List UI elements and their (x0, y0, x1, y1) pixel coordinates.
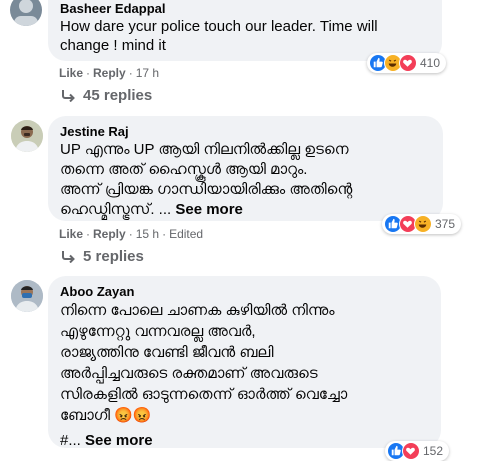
reaction-summary[interactable]: 375 (382, 214, 462, 234)
comment-bubble: Jestine Raj UP എന്നും UP ആയി നിലനിൽക്കില… (48, 116, 443, 221)
comment-actions: Like · Reply · 17 h (59, 66, 160, 80)
reaction-count: 152 (423, 444, 444, 458)
comment-text: നിന്നെ പോലെ ചാണക കുഴിയിൽ നിന്നും എഴുന്നേ… (60, 302, 348, 449)
reaction-count: 375 (435, 217, 456, 231)
love-icon (402, 442, 420, 460)
hashtag-text[interactable]: #... (60, 432, 81, 449)
edited-label[interactable]: Edited (169, 227, 203, 241)
reaction-count: 410 (420, 56, 441, 70)
reply-button[interactable]: Reply (93, 227, 126, 241)
comment-text: UP എന്നും UP ആയി നിലനിൽക്കില്ല ഉടനെ തന്ന… (60, 141, 353, 218)
avatar[interactable] (10, 0, 42, 26)
avatar[interactable] (11, 280, 43, 312)
comment-actions: Like · Reply · 15 h · Edited (59, 227, 204, 241)
see-more-link[interactable]: See more (175, 201, 243, 218)
view-replies-button[interactable]: 5 replies (61, 247, 144, 267)
reply-button[interactable]: Reply (93, 66, 126, 80)
comment-author[interactable]: Aboo Zayan (60, 284, 429, 300)
timestamp[interactable]: 15 h (136, 227, 159, 241)
replies-label: 5 replies (83, 248, 144, 265)
like-button[interactable]: Like (59, 66, 83, 80)
comment-author[interactable]: Basheer Edappal (60, 1, 430, 17)
comment-text: How dare ycur police touch our leader. T… (60, 18, 378, 54)
haha-icon (414, 215, 432, 233)
view-replies-button[interactable]: 45 replies (61, 86, 152, 106)
reaction-summary[interactable]: 410 (367, 53, 447, 73)
replies-label: 45 replies (83, 87, 153, 104)
reply-arrow-icon (62, 90, 75, 102)
comment-bubble: Basheer Edappal How dare ycur police tou… (48, 0, 442, 61)
love-icon (399, 54, 417, 72)
like-button[interactable]: Like (59, 227, 83, 241)
comment-bubble: Aboo Zayan നിന്നെ പോലെ ചാണക കുഴിയിൽ നിന്… (48, 276, 441, 449)
avatar[interactable] (11, 120, 43, 152)
timestamp[interactable]: 17 h (136, 66, 159, 80)
see-more-link[interactable]: See more (85, 432, 153, 449)
reply-arrow-icon (62, 251, 75, 263)
comment-author[interactable]: Jestine Raj (60, 124, 431, 140)
reaction-summary[interactable]: 152 (385, 441, 450, 461)
